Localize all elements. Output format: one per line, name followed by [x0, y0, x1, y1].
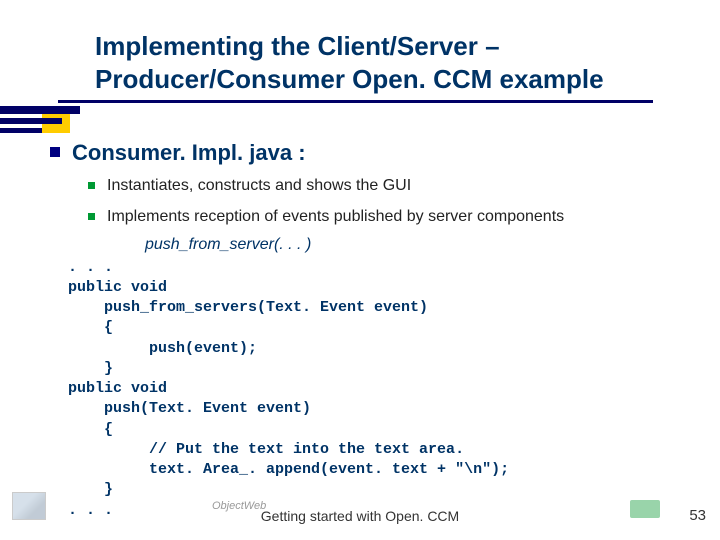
- level2-bullet: Instantiates, constructs and shows the G…: [88, 176, 700, 197]
- footer-caption: Getting started with Open. CCM: [261, 508, 459, 524]
- logo-left-icon: [12, 492, 46, 520]
- level2-text: Implements reception of events published…: [107, 207, 564, 228]
- title-underline: [58, 100, 653, 103]
- slide-footer: ObjectWeb Getting started with Open. CCM…: [0, 498, 720, 528]
- slide-content: Consumer. Impl. java : Instantiates, con…: [50, 140, 700, 521]
- code-block: . . . public void push_from_servers(Text…: [68, 258, 700, 521]
- title-line-2: Producer/Consumer Open. CCM example: [95, 64, 604, 94]
- level2-text: Instantiates, constructs and shows the G…: [107, 176, 411, 197]
- accent-bar: [0, 118, 62, 124]
- title-line-1: Implementing the Client/Server –: [95, 31, 500, 61]
- level2-italic-code: push_from_server(. . . ): [145, 236, 700, 254]
- accent-bar: [0, 106, 80, 114]
- accent-bar: [0, 128, 42, 133]
- bullet-square-icon: [50, 147, 60, 157]
- level1-heading: Consumer. Impl. java :: [72, 140, 306, 166]
- page-number: 53: [689, 507, 706, 524]
- bullet-square-icon: [88, 213, 95, 220]
- level1-bullet: Consumer. Impl. java :: [50, 140, 700, 166]
- level2-bullet: Implements reception of events published…: [88, 207, 700, 228]
- slide-title: Implementing the Client/Server – Produce…: [95, 30, 690, 95]
- sub-bullets: Instantiates, constructs and shows the G…: [88, 176, 700, 254]
- bullet-square-icon: [88, 182, 95, 189]
- logo-right-icon: [630, 500, 660, 518]
